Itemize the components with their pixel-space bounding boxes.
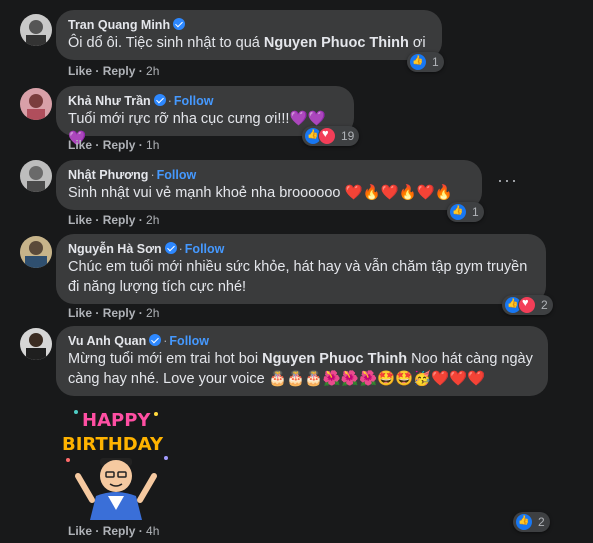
svg-text:BIRTHDAY: BIRTHDAY: [62, 434, 164, 455]
mention-link[interactable]: Nguyen Phuoc Thinh: [264, 35, 409, 51]
love-reaction-icon: [318, 127, 336, 145]
reaction-summary[interactable]: 1: [447, 202, 484, 222]
like-button[interactable]: Like: [68, 138, 92, 152]
follow-button[interactable]: Follow: [169, 334, 209, 348]
verified-badge-icon: [149, 334, 162, 346]
follow-button[interactable]: Follow: [174, 94, 214, 108]
avatar[interactable]: [20, 236, 52, 268]
verified-badge-icon: [164, 242, 177, 254]
mention-link[interactable]: Nguyen Phuoc Thinh: [262, 351, 407, 367]
follow-button[interactable]: Follow: [185, 242, 225, 256]
timestamp[interactable]: 2h: [146, 213, 159, 227]
like-button[interactable]: Like: [68, 524, 92, 538]
avatar[interactable]: [20, 160, 52, 192]
comment-actions: Like · Reply · 1h: [68, 138, 160, 152]
follow-button[interactable]: Follow: [157, 168, 197, 182]
reply-button[interactable]: Reply: [103, 213, 136, 227]
more-options-icon[interactable]: ···: [497, 170, 518, 191]
comment-text: Mừng tuổi mới em trai hot boi Nguyen Phu…: [68, 351, 533, 387]
reaction-summary[interactable]: 1: [407, 52, 444, 72]
like-button[interactable]: Like: [68, 213, 92, 227]
comment-actions: Like · Reply · 2h: [68, 64, 160, 78]
reply-button[interactable]: Reply: [103, 64, 136, 78]
comment-actions: Like · Reply · 4h: [68, 524, 160, 538]
birthday-sticker[interactable]: HAPPY BIRTHDAY: [56, 400, 176, 520]
reaction-summary[interactable]: 2: [513, 512, 550, 532]
comment-text: Sinh nhật vui vẻ mạnh khoẻ nha broooooo …: [68, 185, 453, 201]
avatar[interactable]: [20, 14, 52, 46]
timestamp[interactable]: 4h: [146, 524, 159, 538]
avatar[interactable]: [20, 88, 52, 120]
like-button[interactable]: Like: [68, 306, 92, 320]
comment-bubble: Vu Anh Quan · Follow Mừng tuổi mới em trai…: [56, 326, 548, 396]
comment-text: Ôi dổ ôi. Tiệc sinh nhật to quá Nguyen P…: [68, 35, 426, 51]
commenter-name[interactable]: Vu Anh Quan: [68, 334, 146, 348]
commenter-name[interactable]: Nhật Phương: [68, 168, 148, 182]
comment-text: Chúc em tuổi mới nhiều sức khỏe, hát hay…: [68, 259, 528, 295]
reply-button[interactable]: Reply: [103, 138, 136, 152]
reaction-summary[interactable]: 19: [302, 126, 360, 146]
commenter-name[interactable]: Tran Quang Minh: [68, 18, 170, 32]
comment-bubble: Nhật Phương · Follow Sinh nhật vui vẻ mạnh…: [56, 160, 482, 210]
comment-bubble: Tran Quang Minh Ôi dổ ôi. Tiệc sinh nhật…: [56, 10, 442, 60]
like-reaction-icon: [515, 513, 533, 531]
timestamp[interactable]: 2h: [146, 306, 159, 320]
like-reaction-icon: [449, 203, 467, 221]
like-button[interactable]: Like: [68, 64, 92, 78]
love-reaction-icon: [518, 296, 536, 314]
verified-badge-icon: [153, 94, 166, 106]
timestamp[interactable]: 1h: [146, 138, 159, 152]
avatar[interactable]: [20, 328, 52, 360]
verified-badge-icon: [173, 18, 186, 30]
comment-actions: Like · Reply · 2h: [68, 306, 160, 320]
reaction-summary[interactable]: 2: [502, 295, 553, 315]
reply-button[interactable]: Reply: [103, 524, 136, 538]
comment-bubble: Nguyễn Hà Sơn · Follow Chúc em tuổi mới nh…: [56, 234, 546, 304]
like-reaction-icon: [409, 53, 427, 71]
commenter-name[interactable]: Khả Như Trần: [68, 94, 151, 108]
commenter-name[interactable]: Nguyễn Hà Sơn: [68, 242, 162, 256]
reply-button[interactable]: Reply: [103, 306, 136, 320]
svg-text:HAPPY: HAPPY: [82, 410, 151, 431]
comment-actions: Like · Reply · 2h: [68, 213, 160, 227]
timestamp[interactable]: 2h: [146, 64, 159, 78]
